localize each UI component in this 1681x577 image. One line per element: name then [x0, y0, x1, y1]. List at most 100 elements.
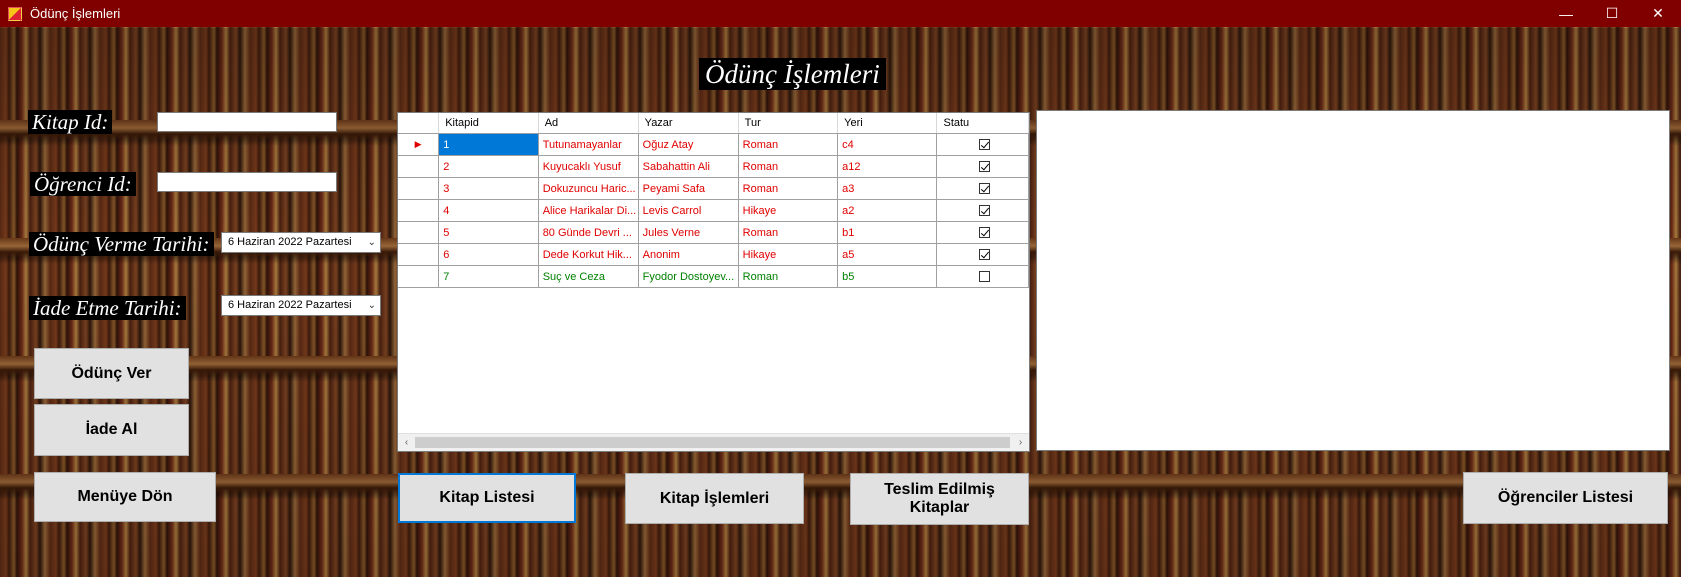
close-icon[interactable]: ✕	[1635, 0, 1681, 27]
column-header-tur[interactable]: Tur	[738, 113, 839, 134]
cell-yazar[interactable]: Jules Verne	[638, 221, 739, 244]
statu-checkbox[interactable]	[979, 139, 991, 151]
column-header-yazar[interactable]: Yazar	[638, 113, 739, 134]
cell-statu[interactable]	[936, 155, 1029, 178]
row-header[interactable]	[398, 243, 440, 266]
iade-al-button[interactable]: İade Al	[34, 404, 189, 456]
kitap-id-input[interactable]	[157, 112, 337, 132]
ogrenci-id-label: Öğrenci Id:	[30, 172, 136, 196]
statu-checkbox[interactable]	[979, 271, 991, 283]
cell-statu[interactable]	[936, 221, 1029, 244]
cell-yeri[interactable]: a2	[837, 199, 938, 222]
cell-kitapid[interactable]: 7	[438, 265, 539, 288]
kitap-id-label: Kitap Id:	[28, 110, 113, 134]
books-table: Kitapid Ad Yazar Tur Yeri Statu ▶ 1 Tutu…	[398, 113, 1029, 288]
table-row[interactable]: 2 Kuyucaklı Yusuf Sabahattin Ali Roman a…	[398, 155, 1029, 178]
table-row[interactable]: 6 Dede Korkut Hik... Anonim Hikaye a5	[398, 243, 1029, 266]
window-controls: — ☐ ✕	[1543, 0, 1681, 27]
row-header-corner[interactable]	[398, 113, 440, 134]
cell-yeri[interactable]: a3	[837, 177, 938, 200]
table-header-row: Kitapid Ad Yazar Tur Yeri Statu	[398, 113, 1029, 134]
cell-tur[interactable]: Roman	[738, 177, 839, 200]
cell-yeri[interactable]: b1	[837, 221, 938, 244]
cell-yeri[interactable]: a5	[837, 243, 938, 266]
cell-ad[interactable]: Alice Harikalar Di...	[538, 199, 639, 222]
cell-statu[interactable]	[936, 199, 1029, 222]
scrollbar-thumb[interactable]	[415, 437, 1010, 448]
odunc-verme-tarihi-label: Ödünç Verme Tarihi:	[29, 232, 214, 256]
cell-tur[interactable]: Hikaye	[738, 243, 839, 266]
scroll-right-icon[interactable]: ›	[1012, 434, 1029, 451]
cell-tur[interactable]: Roman	[738, 221, 839, 244]
cell-ad[interactable]: Dokuzuncu Haric...	[538, 177, 639, 200]
cell-yeri[interactable]: a12	[837, 155, 938, 178]
scroll-left-icon[interactable]: ‹	[398, 434, 415, 451]
ogrenci-id-input[interactable]	[157, 172, 337, 192]
cell-kitapid[interactable]: 3	[438, 177, 539, 200]
odunc-ver-button[interactable]: Ödünç Ver	[34, 348, 189, 399]
column-header-kitapid[interactable]: Kitapid	[438, 113, 539, 134]
minimize-icon[interactable]: —	[1543, 0, 1589, 27]
column-header-statu[interactable]: Statu	[936, 113, 1029, 134]
cell-ad[interactable]: 80 Günde Devri ...	[538, 221, 639, 244]
kitap-islemleri-button[interactable]: Kitap İşlemleri	[625, 473, 804, 524]
cell-kitapid[interactable]: 6	[438, 243, 539, 266]
cell-statu[interactable]	[936, 133, 1029, 156]
row-header[interactable]	[398, 177, 440, 200]
cell-ad[interactable]: Tutunamayanlar	[538, 133, 639, 156]
cell-statu[interactable]	[936, 243, 1029, 266]
table-row[interactable]: 7 Suç ve Ceza Fyodor Dostoyev... Roman b…	[398, 265, 1029, 288]
title-bar[interactable]: Ödünç İşlemleri — ☐ ✕	[0, 0, 1681, 27]
current-row-indicator-icon[interactable]: ▶	[398, 133, 440, 156]
cell-kitapid[interactable]: 5	[438, 221, 539, 244]
cell-kitapid[interactable]: 2	[438, 155, 539, 178]
cell-ad[interactable]: Kuyucaklı Yusuf	[538, 155, 639, 178]
table-row[interactable]: ▶ 1 Tutunamayanlar Oğuz Atay Roman c4	[398, 133, 1029, 156]
horizontal-scrollbar[interactable]: ‹ ›	[398, 433, 1029, 451]
cell-tur[interactable]: Roman	[738, 265, 839, 288]
cell-yeri[interactable]: c4	[837, 133, 938, 156]
detail-panel[interactable]	[1036, 110, 1670, 451]
cell-ad[interactable]: Suç ve Ceza	[538, 265, 639, 288]
row-header[interactable]	[398, 265, 440, 288]
maximize-icon[interactable]: ☐	[1589, 0, 1635, 27]
row-header[interactable]	[398, 221, 440, 244]
cell-yazar[interactable]: Anonim	[638, 243, 739, 266]
table-row[interactable]: 3 Dokuzuncu Haric... Peyami Safa Roman a…	[398, 177, 1029, 200]
cell-ad[interactable]: Dede Korkut Hik...	[538, 243, 639, 266]
statu-checkbox[interactable]	[979, 183, 991, 195]
cell-yazar[interactable]: Peyami Safa	[638, 177, 739, 200]
cell-yazar[interactable]: Levis Carrol	[638, 199, 739, 222]
cell-statu[interactable]	[936, 265, 1029, 288]
odunc-verme-tarihi-picker[interactable]: 6 Haziran 2022 Pazartesi ⌄	[221, 232, 381, 253]
teslim-edilmis-kitaplar-button[interactable]: Teslim Edilmiş Kitaplar	[850, 473, 1029, 525]
cell-kitapid[interactable]: 4	[438, 199, 539, 222]
table-row[interactable]: 4 Alice Harikalar Di... Levis Carrol Hik…	[398, 199, 1029, 222]
statu-checkbox[interactable]	[979, 227, 991, 239]
cell-yazar[interactable]: Sabahattin Ali	[638, 155, 739, 178]
statu-checkbox[interactable]	[979, 249, 991, 261]
chevron-down-icon: ⌄	[367, 237, 376, 248]
row-header[interactable]	[398, 199, 440, 222]
iade-etme-tarihi-picker[interactable]: 6 Haziran 2022 Pazartesi ⌄	[221, 295, 381, 316]
ogrenciler-listesi-button[interactable]: Öğrenciler Listesi	[1463, 472, 1668, 524]
cell-yazar[interactable]: Fyodor Dostoyev...	[638, 265, 739, 288]
app-icon	[8, 6, 22, 21]
table-row[interactable]: 5 80 Günde Devri ... Jules Verne Roman b…	[398, 221, 1029, 244]
books-data-grid[interactable]: Kitapid Ad Yazar Tur Yeri Statu ▶ 1 Tutu…	[397, 112, 1030, 452]
statu-checkbox[interactable]	[979, 161, 991, 173]
cell-yeri[interactable]: b5	[837, 265, 938, 288]
column-header-yeri[interactable]: Yeri	[837, 113, 938, 134]
cell-kitapid[interactable]: 1	[438, 133, 539, 156]
menuye-don-button[interactable]: Menüye Dön	[34, 472, 216, 522]
cell-yazar[interactable]: Oğuz Atay	[638, 133, 739, 156]
cell-tur[interactable]: Hikaye	[738, 199, 839, 222]
column-header-ad[interactable]: Ad	[538, 113, 639, 134]
statu-checkbox[interactable]	[979, 205, 991, 217]
row-header[interactable]	[398, 155, 440, 178]
cell-tur[interactable]: Roman	[738, 133, 839, 156]
kitap-listesi-button[interactable]: Kitap Listesi	[398, 473, 576, 523]
cell-statu[interactable]	[936, 177, 1029, 200]
cell-tur[interactable]: Roman	[738, 155, 839, 178]
chevron-down-icon: ⌄	[367, 300, 376, 311]
